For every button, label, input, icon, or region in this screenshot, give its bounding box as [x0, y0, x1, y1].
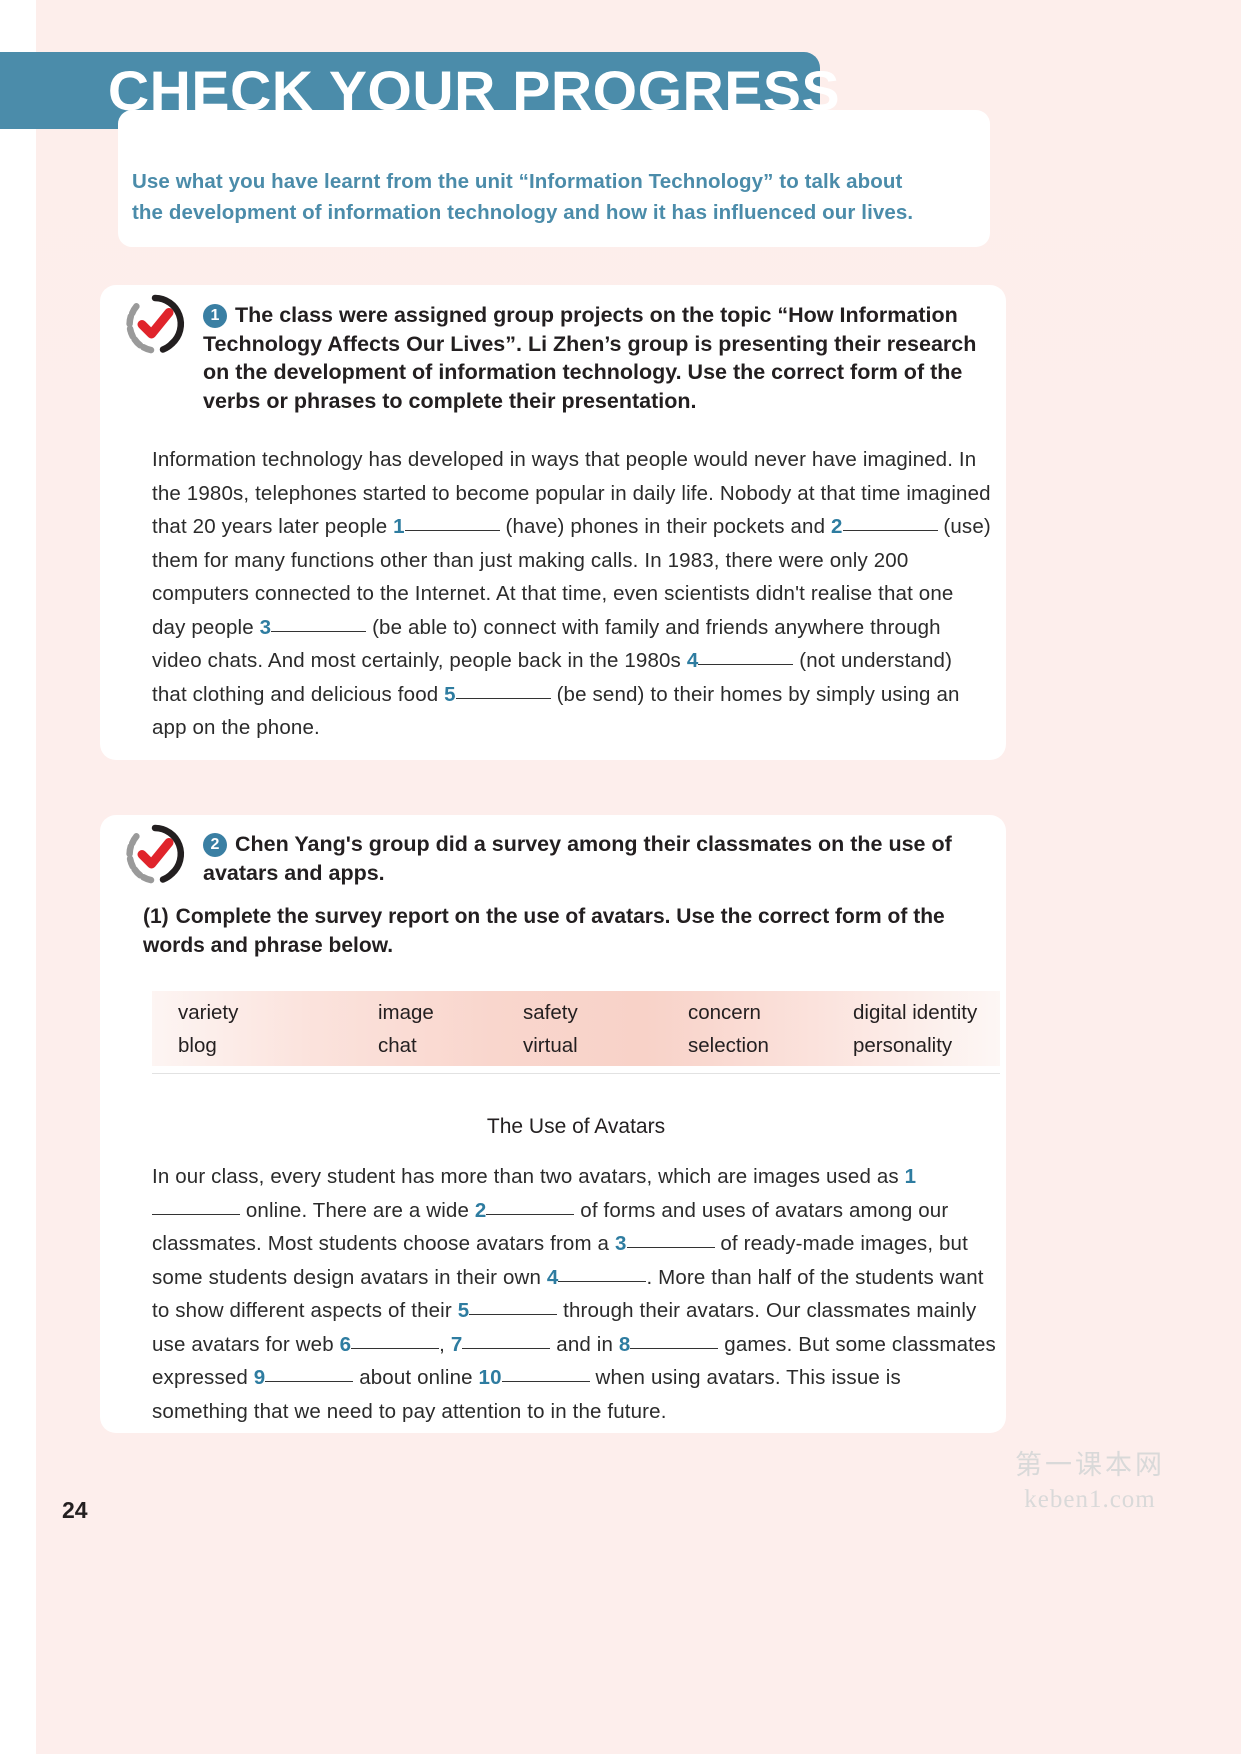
blank-rule-2[interactable]: [842, 530, 938, 531]
intro-instruction-text: Use what you have learnt from the unit “…: [132, 170, 914, 224]
blank-rule-4[interactable]: [698, 664, 794, 665]
word-bank-item[interactable]: concern: [688, 997, 853, 1028]
task-2-subitem-1: (1) Complete the survey report on the use…: [143, 902, 983, 960]
word-bank-item[interactable]: virtual: [523, 1030, 688, 1061]
cloze-text: online. There are a wide: [240, 1198, 475, 1222]
word-bank-divider: [152, 1073, 1000, 1074]
blank-rule-3[interactable]: [271, 630, 367, 632]
blank-rule-9[interactable]: [265, 1381, 354, 1382]
blank-rule-10[interactable]: [501, 1381, 590, 1382]
watermark-chinese: 第一课本网: [1015, 1450, 1165, 1481]
word-bank-item[interactable]: chat: [378, 1030, 523, 1061]
blank-number-8: 8: [618, 1332, 631, 1356]
report-title: The Use of Avatars: [486, 1115, 666, 1138]
blank-rule-3[interactable]: [626, 1247, 715, 1248]
blank-number-6: 6: [339, 1332, 352, 1356]
blank-rule-4[interactable]: [558, 1280, 647, 1282]
watermark-url: keben1.com: [1024, 1486, 1156, 1513]
task-1-heading-text: The class were assigned group projects o…: [203, 303, 977, 413]
cloze-text: and in: [550, 1332, 619, 1356]
word-bank-item[interactable]: safety: [523, 997, 688, 1028]
cloze-text: ,: [439, 1332, 451, 1356]
blank-rule-7[interactable]: [462, 1347, 551, 1349]
blank-number-3: 3: [614, 1232, 627, 1255]
blank-rule-1[interactable]: [404, 530, 500, 531]
blank-number-4: 4: [546, 1265, 559, 1289]
blank-number-5: 5: [457, 1299, 470, 1322]
word-bank-item[interactable]: blog: [178, 1030, 378, 1061]
blank-number-3: 3: [259, 615, 272, 639]
task-1-cloze-paragraph: Information technology has developed in …: [152, 443, 992, 745]
word-bank-item[interactable]: variety: [178, 997, 378, 1028]
check-mark-icon: [137, 838, 174, 869]
textbook-page: CHECK YOUR PROGRESS Use what you have le…: [0, 0, 1241, 1754]
blank-number-10: 10: [478, 1366, 502, 1389]
blank-rule-8[interactable]: [630, 1347, 719, 1349]
blank-number-2: 2: [474, 1198, 487, 1222]
progress-ring-icon: [126, 824, 185, 884]
blank-rule-6[interactable]: [351, 1347, 440, 1349]
word-bank-item[interactable]: digital identity: [853, 997, 1026, 1028]
subitem-label: (1): [143, 905, 169, 928]
subitem-text: Complete the survey report on the use of…: [143, 905, 945, 957]
word-bank: variety image safety concern digital ide…: [152, 991, 1000, 1066]
word-bank-item[interactable]: selection: [688, 1030, 853, 1061]
cloze-text: In our class, every student has more tha…: [152, 1165, 905, 1188]
check-mark-icon: [137, 308, 174, 339]
task-2-number-badge: 2: [203, 833, 227, 857]
blank-rule-1[interactable]: [152, 1213, 240, 1215]
blank-number-5: 5: [444, 682, 456, 706]
cloze-text: about online: [353, 1366, 479, 1389]
task-1-heading: 1 The class were assigned group projects …: [203, 301, 993, 415]
cloze-text: (have) phones in their pockets and: [499, 515, 831, 538]
word-bank-item[interactable]: personality: [853, 1030, 1026, 1061]
progress-ring-icon: [126, 294, 185, 354]
blank-rule-5[interactable]: [455, 697, 551, 699]
survey-report-cloze-paragraph: In our class, every student has more tha…: [152, 1160, 997, 1428]
blank-number-7: 7: [450, 1332, 463, 1356]
blank-number-4: 4: [686, 649, 699, 672]
task-2-heading-text: Chen Yang's group did a survey among the…: [203, 832, 952, 885]
blank-number-9: 9: [253, 1366, 266, 1389]
blank-number-1: 1: [393, 515, 405, 538]
task-1-number-badge: 1: [203, 304, 227, 328]
watermark: 第一课本网 keben1.com: [985, 1448, 1195, 1516]
task-2-heading: 2 Chen Yang's group did a survey among th…: [203, 830, 993, 887]
word-bank-item[interactable]: image: [378, 997, 523, 1028]
page-gutter: [0, 0, 36, 1754]
blank-number-2: 2: [830, 515, 843, 538]
page-number: 24: [62, 1497, 88, 1523]
blank-number-1: 1: [904, 1165, 917, 1188]
blank-rule-2[interactable]: [486, 1213, 575, 1215]
blank-rule-5[interactable]: [469, 1314, 558, 1315]
